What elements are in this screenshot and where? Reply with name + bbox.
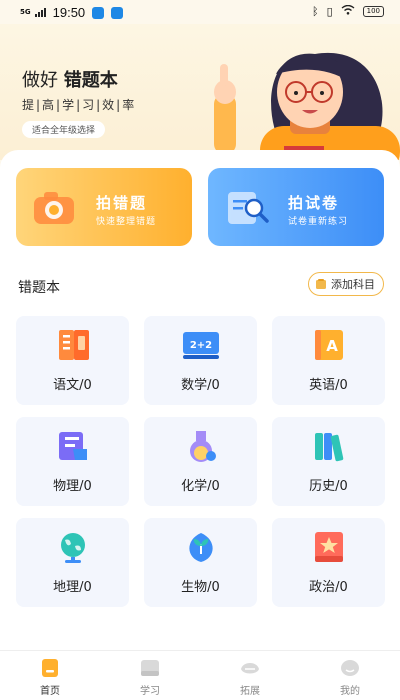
notification-icon xyxy=(92,6,105,19)
subject-label: 生物/0 xyxy=(181,580,220,595)
profile-icon xyxy=(341,660,359,676)
grade-tag: 适合全年级选择 xyxy=(22,121,106,138)
math-board-icon: 2+2 xyxy=(182,332,219,359)
subject-card-biology[interactable]: 生物/0 xyxy=(144,518,257,607)
subject-grid: 语文/0 2+2 数学/0 A 英语/0 物理/0 化学/0 历史/0 地理/0… xyxy=(16,316,386,607)
tab-study[interactable]: 学习 xyxy=(100,651,200,700)
tab-profile-label: 我的 xyxy=(340,686,360,697)
flask-icon xyxy=(189,431,216,462)
subject-label: 历史/0 xyxy=(309,479,348,494)
notebook-icon xyxy=(58,330,89,360)
folder-add-icon xyxy=(316,279,326,289)
section-title: 错题本 xyxy=(18,280,60,296)
photo-wrong-question-button[interactable]: 拍错题 快速整理错题 xyxy=(16,168,192,246)
vibrate-icon: ▯ xyxy=(326,5,333,18)
subject-label: 化学/0 xyxy=(181,479,220,494)
photo-test-paper-title: 拍试卷 xyxy=(288,194,340,212)
subject-card-chinese[interactable]: 语文/0 xyxy=(16,316,129,405)
globe-icon xyxy=(60,533,85,563)
page-title: 做好 错题本 xyxy=(22,66,118,92)
bluetooth-icon: ᛒ xyxy=(311,5,319,18)
svg-text:A: A xyxy=(326,337,338,355)
subject-label: 数学/0 xyxy=(181,378,220,393)
leaf-icon xyxy=(241,663,259,674)
photo-wrong-question-subtitle: 快速整理错题 xyxy=(96,217,157,227)
status-bar: 5G 19:50 ᛒ ▯ 100 xyxy=(0,0,400,24)
title-bold: 错题本 xyxy=(63,70,118,91)
star-book-icon xyxy=(314,532,343,562)
subject-card-politics[interactable]: 政治/0 xyxy=(272,518,385,607)
subject-card-chemistry[interactable]: 化学/0 xyxy=(144,417,257,506)
status-time: 19:50 xyxy=(52,5,86,20)
subject-label: 语文/0 xyxy=(53,378,92,393)
title-prefix: 做好 xyxy=(22,70,58,91)
book-icon xyxy=(141,660,159,676)
sprout-icon xyxy=(188,533,213,562)
tab-home-label: 首页 xyxy=(40,686,60,697)
subject-label: 政治/0 xyxy=(309,580,348,595)
subject-card-physics[interactable]: 物理/0 xyxy=(16,417,129,506)
subject-card-english[interactable]: A 英语/0 xyxy=(272,316,385,405)
header-banner: 做好 错题本 提|高|学|习|效|率 适合全年级选择 xyxy=(0,24,400,160)
notification-icon xyxy=(111,6,124,19)
subject-card-geography[interactable]: 地理/0 xyxy=(16,518,129,607)
letter-a-book-icon: A xyxy=(314,330,343,360)
wifi-icon xyxy=(341,4,355,18)
header-subtitle: 提|高|学|习|效|率 xyxy=(22,98,137,112)
battery-icon: 100 xyxy=(362,6,384,17)
document-search-icon xyxy=(228,192,269,224)
network-label: 5G xyxy=(20,8,31,16)
subject-label: 英语/0 xyxy=(309,378,348,393)
subject-card-history[interactable]: 历史/0 xyxy=(272,417,385,506)
photo-wrong-question-title: 拍错题 xyxy=(96,194,148,212)
bottom-nav: 首页 学习 拓展 我的 xyxy=(0,650,400,700)
photo-test-paper-button[interactable]: 拍试卷 试卷重新练习 xyxy=(208,168,384,246)
home-icon xyxy=(42,659,58,677)
main-card: 拍错题 快速整理错题 拍试卷 试卷重新练习 错题本 添加科目 语文/0 2+2 … xyxy=(0,150,400,650)
book-stack-icon xyxy=(58,432,87,460)
girl-illustration xyxy=(214,52,400,160)
tab-home[interactable]: 首页 xyxy=(0,651,100,700)
camera-icon xyxy=(34,192,74,224)
add-subject-button[interactable]: 添加科目 xyxy=(308,272,384,296)
tab-profile[interactable]: 我的 xyxy=(300,651,400,700)
svg-text:2+2: 2+2 xyxy=(189,340,211,351)
books-icon xyxy=(314,433,343,462)
subject-label: 物理/0 xyxy=(53,479,92,494)
subject-label: 地理/0 xyxy=(53,580,92,595)
tab-study-label: 学习 xyxy=(140,686,160,697)
add-subject-label: 添加科目 xyxy=(331,278,375,291)
photo-test-paper-subtitle: 试卷重新练习 xyxy=(288,217,349,227)
tab-expand[interactable]: 拓展 xyxy=(200,651,300,700)
signal-icon xyxy=(34,8,46,17)
tab-expand-label: 拓展 xyxy=(240,686,260,697)
subject-card-math[interactable]: 2+2 数学/0 xyxy=(144,316,257,405)
